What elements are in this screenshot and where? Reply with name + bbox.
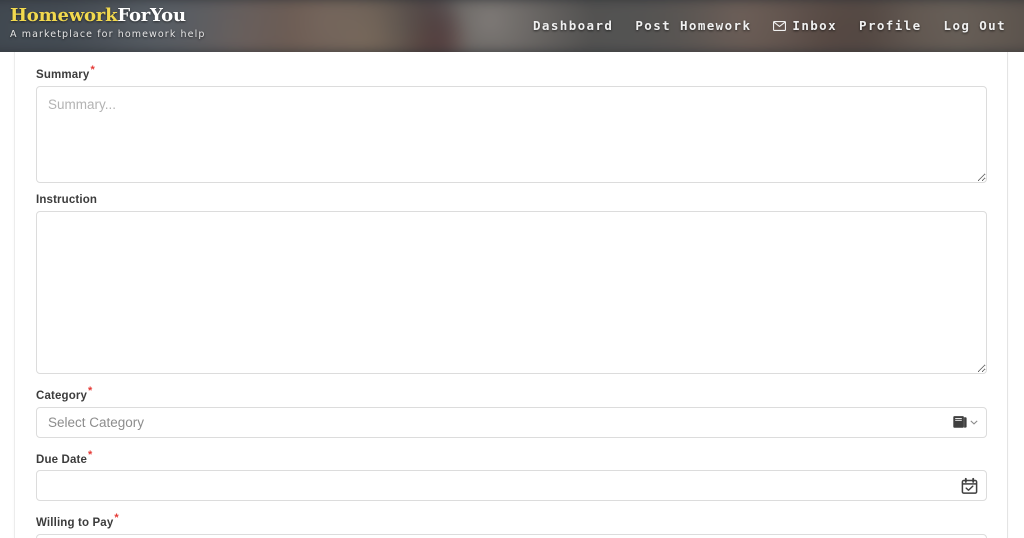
book-icon [952,415,968,430]
main-navigation: Dashboard Post Homework Inbox Profile Lo… [533,0,1024,33]
field-instruction: Instruction [36,194,987,374]
label-instruction-text: Instruction [36,193,98,206]
label-category: Category* [36,385,987,402]
category-selected-value: Select Category [48,414,145,430]
post-homework-form-card: Summary* Instruction Category* [14,52,1008,538]
logo-tagline: A marketplace for homework help [10,29,206,40]
label-due-date-text: Due Date [36,453,88,466]
nav-label-log-out: Log Out [943,18,1006,33]
nav-item-inbox[interactable]: Inbox [773,18,837,33]
instruction-input-wrapper [36,210,987,374]
category-icon-group[interactable] [952,415,978,430]
logo-text-foryou: ForYou [117,5,186,26]
nav-label-inbox: Inbox [792,18,838,33]
willing-to-pay-input[interactable]: Willing to Pay [36,534,987,538]
nav-item-profile[interactable]: Profile [859,18,921,33]
calendar-check-icon [961,477,978,494]
label-instruction: Instruction [36,194,987,206]
label-summary-text: Summary [36,68,90,81]
willing-to-pay-input-wrapper: Willing to Pay [36,534,987,538]
required-indicator-due-date: * [88,448,93,461]
label-due-date: Due Date* [36,449,987,466]
app-page: HomeworkForYou A marketplace for homewor… [0,0,1024,538]
site-header: HomeworkForYou A marketplace for homewor… [0,0,1024,52]
instruction-textarea[interactable] [36,210,987,374]
due-date-input-wrapper [36,470,987,502]
field-willing-to-pay: Willing to Pay* Willing to Pay [36,512,987,538]
nav-item-log-out[interactable]: Log Out [944,18,1006,33]
nav-label-post-homework: Post Homework [635,18,752,33]
nav-label-profile: Profile [859,18,922,33]
logo-text: HomeworkForYou [10,7,205,25]
nav-label-dashboard: Dashboard [533,18,614,33]
due-date-icon-group[interactable] [961,477,978,494]
required-indicator-summary: * [90,64,95,76]
required-indicator-category: * [88,384,93,397]
required-indicator-willing-to-pay: * [114,512,119,525]
field-due-date: Due Date* [36,449,987,502]
field-category: Category* Select Category [36,385,987,438]
due-date-input[interactable] [36,470,987,502]
label-willing-to-pay-text: Willing to Pay [36,517,114,530]
summary-input-wrapper [36,85,987,183]
category-select[interactable]: Select Category [36,406,987,438]
category-input-wrapper: Select Category [36,406,987,438]
envelope-icon [773,20,787,31]
label-category-text: Category [36,389,88,402]
nav-item-post-homework[interactable]: Post Homework [635,18,751,33]
field-summary: Summary* [36,64,987,183]
label-summary: Summary* [36,64,987,81]
logo-text-homework: Homework [10,5,118,26]
site-logo[interactable]: HomeworkForYou A marketplace for homewor… [0,0,205,40]
chevron-down-icon [970,419,978,425]
summary-textarea[interactable] [36,85,987,183]
label-willing-to-pay: Willing to Pay* [36,512,987,529]
nav-item-dashboard[interactable]: Dashboard [533,18,613,33]
page-content: Summary* Instruction Category* [0,52,1024,538]
